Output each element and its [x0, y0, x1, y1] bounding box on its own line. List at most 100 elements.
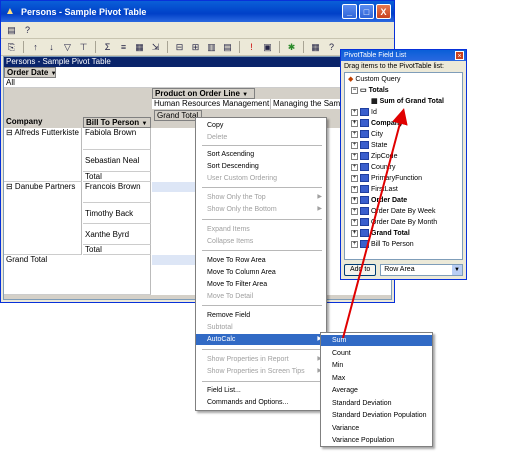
- row-field-bill-to-person[interactable]: Bill To Person ▼: [83, 117, 151, 128]
- menu-field-list[interactable]: Field List...: [196, 385, 326, 396]
- sort-ascending-icon[interactable]: ↑: [29, 41, 42, 54]
- sort-descending-icon[interactable]: ↓: [45, 41, 58, 54]
- tree-item-grand-total[interactable]: + Grand Total: [351, 229, 410, 238]
- tree-item-order-date-month[interactable]: + Order Date By Month: [351, 218, 437, 227]
- help-book-icon[interactable]: ?: [325, 41, 338, 54]
- tree-item-city[interactable]: + City: [351, 130, 383, 139]
- menu-autocalc[interactable]: AutoCalc▶: [196, 334, 326, 345]
- properties-icon[interactable]: ▣: [261, 41, 274, 54]
- expand-icon[interactable]: +: [351, 163, 358, 171]
- submenu-std-dev[interactable]: Standard Deviation: [321, 398, 432, 409]
- menu-collapse-items[interactable]: Collapse Items: [196, 236, 326, 247]
- column-field-button[interactable]: Product on Order Line ▼: [152, 88, 255, 99]
- close-button[interactable]: X: [376, 4, 391, 19]
- row-field-company[interactable]: Company: [4, 117, 82, 128]
- menu-show-properties-screen-tips[interactable]: Show Properties in Screen Tips▶: [196, 366, 326, 377]
- refresh-icon[interactable]: !: [245, 41, 258, 54]
- menu-move-to-detail[interactable]: Move To Detail: [196, 291, 326, 302]
- tree-item-order-date[interactable]: + Order Date: [351, 196, 407, 205]
- menu-move-to-column-area[interactable]: Move To Column Area: [196, 267, 326, 278]
- area-select[interactable]: Row Area ▼: [380, 264, 463, 276]
- tree-item-order-date-week[interactable]: + Order Date By Week: [351, 207, 435, 216]
- calc-totals-icon[interactable]: ▦: [133, 41, 146, 54]
- maximize-button[interactable]: □: [359, 4, 374, 19]
- collapse-icon[interactable]: −: [351, 86, 358, 94]
- expand-icon[interactable]: +: [351, 196, 358, 204]
- menu-commands-options[interactable]: Commands and Options...: [196, 397, 326, 408]
- menu-move-to-filter-area[interactable]: Move To Filter Area: [196, 279, 326, 290]
- column-item[interactable]: Human Resources Management: [152, 99, 271, 109]
- copy-icon[interactable]: ⎘: [5, 41, 18, 54]
- grand-total-row-label[interactable]: Grand Total: [4, 255, 151, 295]
- menu-show-only-bottom[interactable]: Show Only the Bottom ▶: [196, 204, 326, 215]
- subtotal-icon[interactable]: ≡: [117, 41, 130, 54]
- help-icon[interactable]: ?: [21, 24, 34, 37]
- expand-icon[interactable]: +: [351, 141, 358, 149]
- export-icon[interactable]: ⇲: [149, 41, 162, 54]
- show-details-icon[interactable]: ▤: [221, 41, 234, 54]
- show-top-icon[interactable]: ⊤: [77, 41, 90, 54]
- tree-item-zipcode[interactable]: + ZipCode: [351, 152, 397, 161]
- filter-value[interactable]: All: [4, 78, 391, 88]
- autocalc-icon[interactable]: Σ: [101, 41, 114, 54]
- tree-item-state[interactable]: + State: [351, 141, 387, 150]
- submenu-std-dev-pop[interactable]: Standard Deviation Population: [321, 410, 432, 421]
- submenu-sum[interactable]: Sum: [321, 335, 432, 346]
- submenu-min[interactable]: Min: [321, 360, 432, 371]
- tree-item-sum-grand-total[interactable]: ▦ Sum of Grand Total: [371, 97, 444, 106]
- field-list-icon[interactable]: ✱: [285, 41, 298, 54]
- menu-expand-items[interactable]: Expand Items: [196, 224, 326, 235]
- commands-icon[interactable]: ▦: [309, 41, 322, 54]
- menu-remove-field[interactable]: Remove Field: [196, 310, 326, 321]
- expand-icon[interactable]: +: [351, 152, 358, 160]
- expand-icon[interactable]: +: [351, 218, 358, 226]
- menu-sort-descending[interactable]: Sort Descending: [196, 161, 326, 172]
- collapse-icon[interactable]: ⊟: [173, 41, 186, 54]
- submenu-max[interactable]: Max: [321, 373, 432, 384]
- tree-item-bill-to-person[interactable]: + Bill To Person: [351, 240, 414, 249]
- submenu-variance-pop[interactable]: Variance Population: [321, 435, 432, 446]
- menu-copy[interactable]: Copy: [196, 120, 326, 131]
- company-cell[interactable]: ⊟ Danube Partners: [4, 182, 82, 255]
- menu-subtotal[interactable]: Subtotal: [196, 322, 326, 333]
- dropdown-arrow-icon[interactable]: ▼: [141, 119, 148, 127]
- tree-item-totals[interactable]: − ▭ Totals: [351, 86, 389, 95]
- expand-icon[interactable]: +: [351, 185, 358, 193]
- autofilter-icon[interactable]: ▽: [61, 41, 74, 54]
- menu-move-to-row-area[interactable]: Move To Row Area: [196, 255, 326, 266]
- person-cell[interactable]: Timothy Back: [83, 203, 151, 224]
- minimize-button[interactable]: _: [342, 4, 357, 19]
- tree-item-id[interactable]: + Id: [351, 108, 377, 117]
- tree-item-firstlast[interactable]: + FirstLast: [351, 185, 398, 194]
- person-cell[interactable]: Sebastian Neal: [83, 150, 151, 172]
- submenu-average[interactable]: Average: [321, 385, 432, 396]
- tree-item-company[interactable]: + Company: [351, 119, 403, 128]
- menu-sort-ascending[interactable]: Sort Ascending: [196, 149, 326, 160]
- expand-icon[interactable]: +: [351, 130, 358, 138]
- tree-item-country[interactable]: + Country: [351, 163, 396, 172]
- person-cell[interactable]: Xanthe Byrd: [83, 224, 151, 245]
- filter-field-button[interactable]: Order Date ▼: [4, 67, 56, 78]
- dropdown-arrow-icon[interactable]: ▼: [51, 69, 55, 77]
- submenu-variance[interactable]: Variance: [321, 423, 432, 434]
- expand-icon[interactable]: ⊞: [189, 41, 202, 54]
- tree-root[interactable]: ◆ Custom Query: [348, 75, 400, 84]
- expand-icon[interactable]: +: [351, 108, 358, 116]
- menu-show-properties-report[interactable]: Show Properties in Report▶: [196, 354, 326, 365]
- person-cell[interactable]: Francois Brown: [83, 182, 151, 203]
- dropdown-arrow-icon[interactable]: ▼: [242, 90, 249, 98]
- open-icon[interactable]: ▤: [5, 24, 18, 37]
- person-cell[interactable]: Fabiola Brown: [83, 128, 151, 150]
- menu-user-custom-ordering[interactable]: User Custom Ordering: [196, 173, 326, 184]
- expand-icon[interactable]: +: [351, 119, 358, 127]
- close-icon[interactable]: ×: [455, 51, 464, 60]
- menu-delete[interactable]: Delete: [196, 132, 326, 143]
- expand-icon[interactable]: +: [351, 229, 358, 237]
- expand-icon[interactable]: +: [351, 174, 358, 182]
- menu-show-only-top[interactable]: Show Only the Top ▶: [196, 192, 326, 203]
- expand-icon[interactable]: +: [351, 207, 358, 215]
- expand-icon[interactable]: +: [351, 240, 358, 248]
- chevron-down-icon[interactable]: ▼: [452, 265, 462, 275]
- add-to-button[interactable]: Add to: [344, 264, 377, 276]
- company-cell[interactable]: ⊟ Alfreds Futterkiste: [4, 128, 82, 182]
